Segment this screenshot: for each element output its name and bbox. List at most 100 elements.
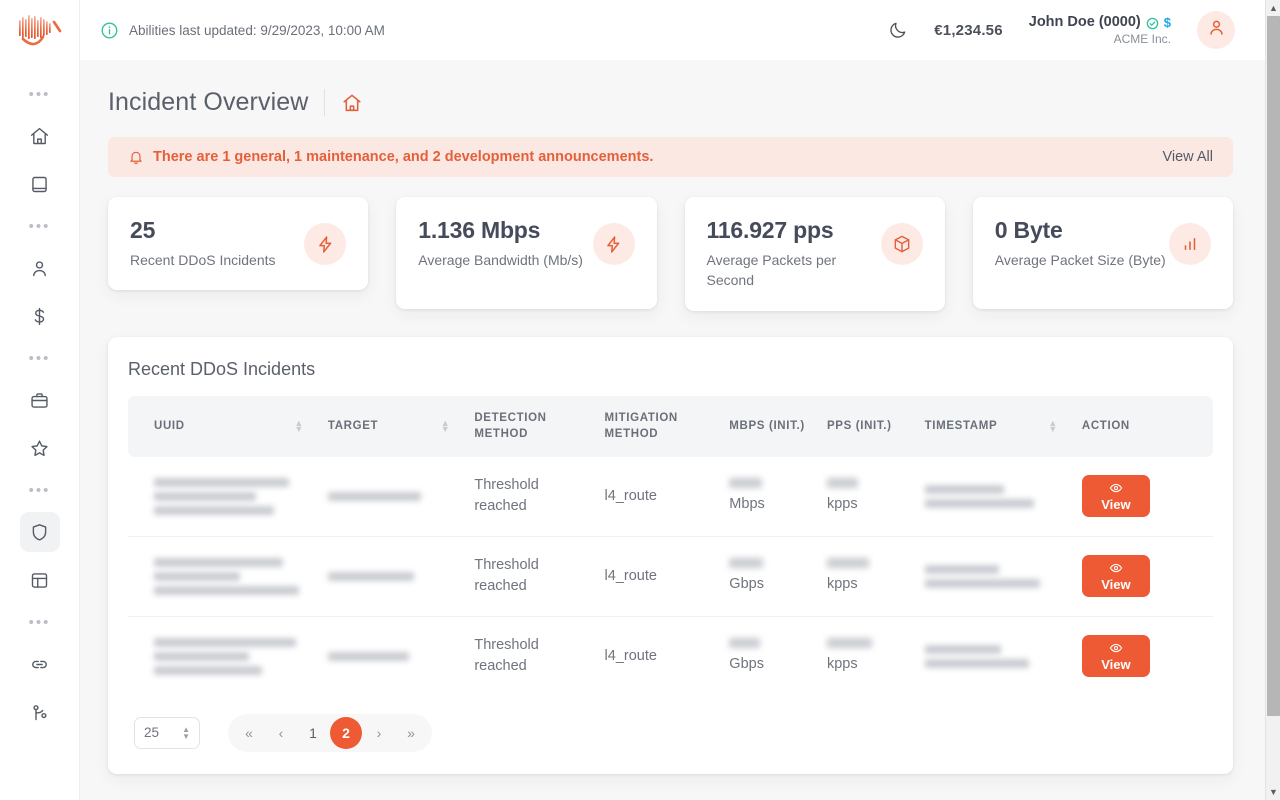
page-header: Incident Overview bbox=[80, 60, 1265, 117]
panel-title: Recent DDoS Incidents bbox=[128, 359, 1213, 396]
column-header-uuid[interactable]: UUID ▲▼ bbox=[128, 396, 318, 457]
redacted-text bbox=[925, 645, 1002, 654]
view-button-label: View bbox=[1101, 578, 1130, 592]
pagination: 25 ▲▼ « ‹ 1 2 › » bbox=[128, 696, 1213, 756]
column-header-mitigation-method: MITIGATION METHOD bbox=[595, 396, 720, 457]
column-label: DETECTION METHOD bbox=[474, 412, 546, 441]
check-circle-icon bbox=[1146, 16, 1159, 29]
box-icon bbox=[881, 223, 923, 265]
page-size-stepper[interactable]: 25 ▲▼ bbox=[134, 717, 200, 749]
last-page-button[interactable]: » bbox=[396, 718, 426, 748]
cell-timestamp bbox=[915, 457, 1072, 537]
avatar[interactable] bbox=[1197, 11, 1235, 49]
eye-icon bbox=[1109, 641, 1123, 658]
view-button-label: View bbox=[1101, 498, 1130, 512]
eye-icon bbox=[1109, 481, 1123, 498]
cell-pps: kpps bbox=[817, 457, 915, 537]
column-header-target[interactable]: TARGET ▲▼ bbox=[318, 396, 464, 457]
view-all-announcements-link[interactable]: View All bbox=[1162, 149, 1213, 165]
cell-timestamp bbox=[915, 536, 1072, 616]
redacted-text bbox=[154, 586, 299, 595]
cell-mitigation-method: l4_route bbox=[595, 536, 720, 616]
sidebar-divider-dots: ••• bbox=[29, 340, 51, 376]
cell-mbps: Gbps bbox=[719, 536, 817, 616]
column-label: MBPS (INIT.) bbox=[729, 420, 805, 432]
sidebar: ••• ••• ••• bbox=[0, 0, 80, 800]
sidebar-item-account[interactable] bbox=[20, 248, 60, 288]
stat-label: Recent DDoS Incidents bbox=[130, 250, 304, 270]
sidebar-item-security[interactable] bbox=[20, 512, 60, 552]
column-label: PPS (INIT.) bbox=[827, 420, 892, 432]
page-button-2[interactable]: 2 bbox=[330, 717, 362, 749]
sidebar-item-links[interactable] bbox=[20, 644, 60, 684]
column-header-action: ACTION bbox=[1072, 396, 1213, 457]
redacted-text bbox=[729, 638, 760, 648]
vertical-scrollbar[interactable]: ▲ ▼ bbox=[1265, 0, 1280, 800]
stat-label: Average Packets per Second bbox=[707, 250, 881, 291]
redacted-text bbox=[925, 565, 999, 574]
redacted-text bbox=[729, 478, 762, 488]
sidebar-item-dashboard[interactable] bbox=[20, 560, 60, 600]
stepper-arrows-icon[interactable]: ▲▼ bbox=[182, 726, 190, 740]
user-info[interactable]: John Doe (0000) $ ACME Inc. bbox=[1029, 13, 1171, 47]
abilities-status: Abilities last updated: 9/29/2023, 10:00… bbox=[100, 21, 385, 40]
first-page-button[interactable]: « bbox=[234, 718, 264, 748]
sidebar-item-integrations[interactable] bbox=[20, 692, 60, 732]
brand-logo[interactable] bbox=[9, 8, 71, 54]
redacted-text bbox=[328, 572, 414, 581]
mbps-unit: Gbps bbox=[729, 656, 764, 672]
stat-value: 1.136 Mbps bbox=[418, 217, 592, 244]
incidents-table: UUID ▲▼ TARGET ▲▼ DETECTION METHOD MITIG… bbox=[128, 396, 1213, 696]
sidebar-item-favorites[interactable] bbox=[20, 428, 60, 468]
scrollbar-thumb[interactable] bbox=[1267, 16, 1280, 716]
sidebar-item-billing[interactable] bbox=[20, 296, 60, 336]
home-icon[interactable] bbox=[341, 92, 363, 114]
mbps-unit: Gbps bbox=[729, 576, 764, 592]
view-button[interactable]: View bbox=[1082, 635, 1150, 677]
pps-unit: kpps bbox=[827, 656, 858, 672]
mbps-unit: Mbps bbox=[729, 496, 764, 512]
stat-label: Average Bandwidth (Mb/s) bbox=[418, 250, 592, 270]
eye-icon bbox=[1109, 561, 1123, 578]
cell-action: View bbox=[1072, 457, 1213, 537]
sidebar-item-home[interactable] bbox=[20, 116, 60, 156]
cell-pps: kpps bbox=[817, 616, 915, 696]
page-button-1[interactable]: 1 bbox=[298, 718, 328, 748]
redacted-text bbox=[827, 638, 872, 648]
scroll-down-arrow-icon[interactable]: ▼ bbox=[1266, 784, 1280, 800]
page-size-value: 25 bbox=[144, 725, 159, 740]
page-title: Incident Overview bbox=[108, 88, 308, 117]
bar-chart-icon bbox=[1169, 223, 1211, 265]
view-button[interactable]: View bbox=[1082, 555, 1150, 597]
view-button[interactable]: View bbox=[1082, 475, 1150, 517]
book-icon bbox=[29, 174, 50, 195]
next-page-button[interactable]: › bbox=[364, 718, 394, 748]
column-header-pps: PPS (INIT.) bbox=[817, 396, 915, 457]
cell-detection-method: Threshold reached bbox=[464, 536, 594, 616]
user-company: ACME Inc. bbox=[1029, 32, 1171, 47]
git-branch-icon bbox=[29, 702, 50, 723]
announcement-banner: There are 1 general, 1 maintenance, and … bbox=[108, 137, 1233, 177]
redacted-text bbox=[154, 478, 289, 487]
moon-icon[interactable] bbox=[888, 20, 908, 40]
scroll-up-arrow-icon[interactable]: ▲ bbox=[1266, 0, 1280, 16]
star-icon bbox=[29, 438, 50, 459]
sort-icon[interactable]: ▲▼ bbox=[1048, 420, 1062, 432]
redacted-text bbox=[154, 638, 296, 647]
table-header-row: UUID ▲▼ TARGET ▲▼ DETECTION METHOD MITIG… bbox=[128, 396, 1213, 457]
sidebar-item-docs[interactable] bbox=[20, 164, 60, 204]
sort-icon[interactable]: ▲▼ bbox=[294, 420, 308, 432]
pps-unit: kpps bbox=[827, 576, 858, 592]
currency-badge-icon: $ bbox=[1164, 16, 1171, 29]
prev-page-button[interactable]: ‹ bbox=[266, 718, 296, 748]
cell-pps: kpps bbox=[817, 536, 915, 616]
table-row: Threshold reached l4_route Mbps kpps bbox=[128, 457, 1213, 537]
sort-icon[interactable]: ▲▼ bbox=[441, 420, 455, 432]
sidebar-item-services[interactable] bbox=[20, 380, 60, 420]
column-header-timestamp[interactable]: TIMESTAMP ▲▼ bbox=[915, 396, 1072, 457]
column-label: TARGET bbox=[328, 418, 378, 435]
redacted-text bbox=[154, 492, 256, 501]
column-header-mbps: MBPS (INIT.) bbox=[719, 396, 817, 457]
cell-uuid bbox=[128, 536, 318, 616]
cell-target bbox=[318, 536, 464, 616]
